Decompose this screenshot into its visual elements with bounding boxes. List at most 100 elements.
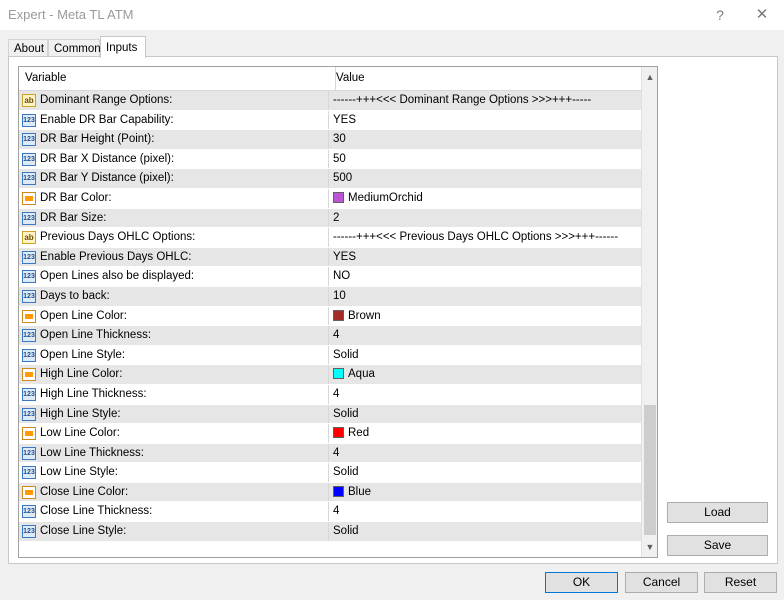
table-row[interactable]: 123 High Line Thickness: 4 xyxy=(19,384,644,405)
vertical-scrollbar[interactable]: ▲ ▼ xyxy=(641,67,657,557)
value-cell[interactable]: Solid xyxy=(330,346,644,365)
table-row[interactable]: 123 Close Line Thickness: 4 xyxy=(19,502,644,523)
tab-about[interactable]: About xyxy=(8,39,48,57)
number-type-icon: 123 xyxy=(22,446,36,460)
variable-label: Close Line Thickness: xyxy=(40,505,153,518)
value-text: 2 xyxy=(333,211,340,224)
variable-cell[interactable]: 123 Enable DR Bar Capability: xyxy=(19,110,329,130)
cancel-button[interactable]: Cancel xyxy=(625,572,698,593)
table-row[interactable]: 123 Close Line Style: Solid xyxy=(19,522,641,542)
variable-cell[interactable]: 123 Open Line Thickness: xyxy=(19,326,329,345)
string-type-icon: ab xyxy=(22,231,36,245)
value-cell[interactable]: MediumOrchid xyxy=(330,189,644,208)
table-row[interactable]: 123 Low Line Style: Solid xyxy=(19,463,641,483)
column-header-value[interactable]: Value xyxy=(330,67,636,90)
variable-cell[interactable]: High Line Color: xyxy=(19,365,329,384)
table-row[interactable]: Open Line Color: Brown xyxy=(19,306,644,327)
tab-inputs[interactable]: Inputs xyxy=(100,36,146,58)
table-row[interactable]: 123 Open Line Thickness: 4 xyxy=(19,326,641,346)
variable-cell[interactable]: Close Line Color: xyxy=(19,482,329,502)
variable-cell[interactable]: 123 Enable Previous Days OHLC: xyxy=(19,247,329,267)
variable-cell[interactable]: 123 High Line Style: xyxy=(19,404,329,424)
load-button[interactable]: Load xyxy=(667,502,768,523)
close-icon[interactable]: ✕ xyxy=(748,4,776,26)
value-cell[interactable]: YES xyxy=(330,111,644,130)
variable-cell[interactable]: 123 Close Line Thickness: xyxy=(19,502,329,522)
table-row[interactable]: 123 High Line Style: Solid xyxy=(19,404,644,425)
table-row[interactable]: 123 DR Bar Size: 2 xyxy=(19,208,644,229)
variable-cell[interactable]: 123 DR Bar Height (Point): xyxy=(19,130,329,149)
help-icon[interactable]: ? xyxy=(706,4,734,26)
table-row[interactable]: High Line Color: Aqua xyxy=(19,365,641,385)
variable-cell[interactable]: 123 Low Line Thickness: xyxy=(19,443,329,463)
variable-cell[interactable]: ab Dominant Range Options: xyxy=(19,91,329,110)
variable-cell[interactable]: 123 Days to back: xyxy=(19,286,329,306)
table-row[interactable]: Close Line Color: Blue xyxy=(19,482,644,503)
value-cell[interactable]: Aqua xyxy=(330,365,644,384)
value-cell[interactable]: 4 xyxy=(330,502,644,521)
value-cell[interactable]: NO xyxy=(330,267,644,286)
value-cell[interactable]: Red xyxy=(330,424,644,443)
table-row[interactable]: DR Bar Color: MediumOrchid xyxy=(19,188,644,209)
variable-cell[interactable]: 123 Low Line Style: xyxy=(19,463,329,482)
variable-cell[interactable]: ab Previous Days OHLC Options: xyxy=(19,228,329,247)
variable-cell[interactable]: 123 DR Bar Y Distance (pixel): xyxy=(19,169,329,188)
value-cell[interactable]: Solid xyxy=(330,463,644,482)
number-type-icon: 123 xyxy=(22,250,36,264)
variable-cell[interactable]: 123 DR Bar Size: xyxy=(19,208,329,228)
table-row[interactable]: 123 Open Lines also be displayed: NO xyxy=(19,267,641,287)
variable-cell[interactable]: Open Line Color: xyxy=(19,306,329,326)
scroll-down-icon[interactable]: ▼ xyxy=(642,539,657,555)
value-text: 4 xyxy=(333,446,340,459)
scroll-up-icon[interactable]: ▲ xyxy=(642,69,657,85)
variable-cell[interactable]: 123 High Line Thickness: xyxy=(19,384,329,404)
value-text: Solid xyxy=(333,407,359,420)
scroll-thumb[interactable] xyxy=(644,405,656,535)
value-cell[interactable]: Blue xyxy=(330,483,644,502)
value-cell[interactable]: Solid xyxy=(330,522,644,541)
table-row[interactable]: Low Line Color: Red xyxy=(19,424,641,444)
value-cell[interactable]: 30 xyxy=(330,130,644,149)
variable-cell[interactable]: 123 Close Line Style: xyxy=(19,522,329,541)
value-cell[interactable]: 4 xyxy=(330,326,644,345)
table-row[interactable]: 123 Low Line Thickness: 4 xyxy=(19,443,644,464)
value-cell[interactable]: ------+++<<< Previous Days OHLC Options … xyxy=(330,228,644,247)
value-cell[interactable]: Solid xyxy=(330,405,644,424)
value-cell[interactable]: 50 xyxy=(330,150,644,169)
table-row[interactable]: ab Previous Days OHLC Options: ------+++<<… xyxy=(19,228,641,248)
table-row[interactable]: ab Dominant Range Options: ------+++<<< Do… xyxy=(19,91,641,111)
color-type-icon xyxy=(22,191,36,205)
variable-cell[interactable]: 123 Open Lines also be displayed: xyxy=(19,267,329,286)
variable-label: DR Bar Height (Point): xyxy=(40,133,155,146)
value-cell[interactable]: 500 xyxy=(330,169,644,188)
value-cell[interactable]: ------+++<<< Dominant Range Options >>>+… xyxy=(330,91,644,110)
table-row[interactable]: 123 DR Bar Height (Point): 30 xyxy=(19,130,641,150)
tab-common[interactable]: Common xyxy=(48,39,101,57)
column-header-variable[interactable]: Variable xyxy=(19,67,336,90)
value-cell[interactable]: 4 xyxy=(330,444,644,463)
value-cell[interactable]: 10 xyxy=(330,287,644,306)
variable-label: DR Bar X Distance (pixel): xyxy=(40,152,175,165)
value-cell[interactable]: Brown xyxy=(330,307,644,326)
value-text: NO xyxy=(333,270,351,283)
ok-button[interactable]: OK xyxy=(545,572,618,593)
value-text: Red xyxy=(348,427,370,440)
value-cell[interactable]: YES xyxy=(330,248,644,267)
table-row[interactable]: 123 Open Line Style: Solid xyxy=(19,345,644,366)
table-row[interactable]: 123 Days to back: 10 xyxy=(19,286,644,307)
number-type-icon: 123 xyxy=(22,329,36,343)
table-row[interactable]: 123 Enable DR Bar Capability: YES xyxy=(19,110,644,131)
variable-cell[interactable]: 123 Open Line Style: xyxy=(19,345,329,365)
variable-label: Open Line Color: xyxy=(40,309,127,322)
save-button[interactable]: Save xyxy=(667,535,768,556)
value-cell[interactable]: 4 xyxy=(330,385,644,404)
grid-header: Variable Value xyxy=(19,67,641,91)
table-row[interactable]: 123 DR Bar X Distance (pixel): 50 xyxy=(19,149,644,170)
reset-button[interactable]: Reset xyxy=(704,572,777,593)
table-row[interactable]: 123 DR Bar Y Distance (pixel): 500 xyxy=(19,169,641,189)
value-cell[interactable]: 2 xyxy=(330,209,644,228)
variable-cell[interactable]: Low Line Color: xyxy=(19,424,329,443)
table-row[interactable]: 123 Enable Previous Days OHLC: YES xyxy=(19,247,644,268)
variable-cell[interactable]: DR Bar Color: xyxy=(19,188,329,208)
variable-cell[interactable]: 123 DR Bar X Distance (pixel): xyxy=(19,149,329,169)
